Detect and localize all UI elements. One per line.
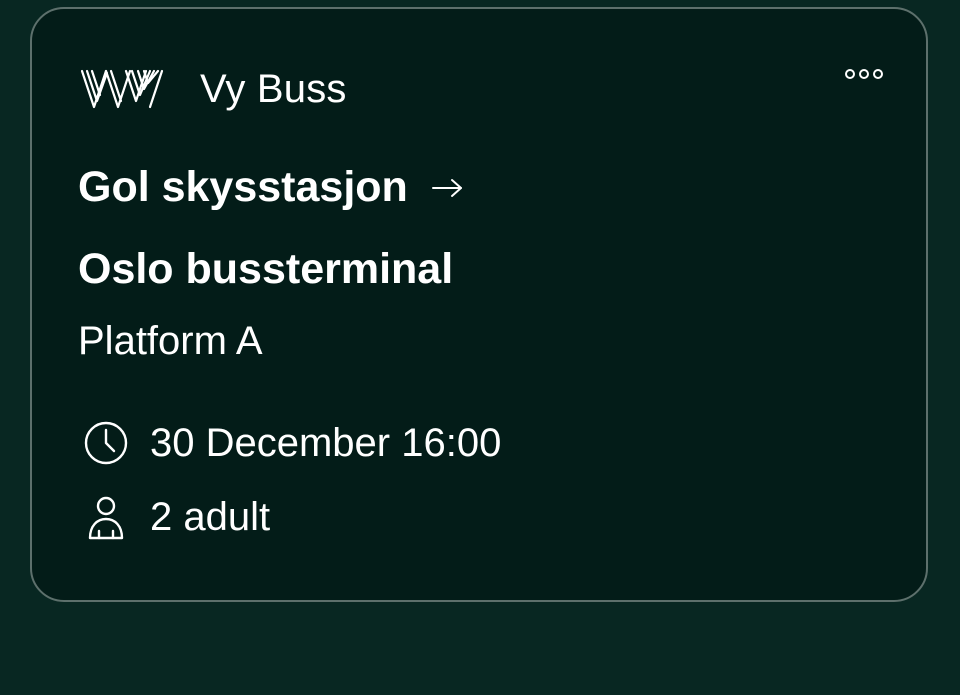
departure-time: 30 December 16:00: [150, 420, 502, 465]
trip-card[interactable]: Vy Buss Gol skysstasjon Oslo busstermina…: [30, 7, 928, 602]
card-header: Vy Buss: [80, 61, 347, 117]
vy-logo-icon: [80, 69, 164, 109]
person-icon: [88, 496, 124, 540]
arrow-right-icon: [431, 178, 462, 197]
passenger-count: 2 adult: [150, 494, 271, 539]
platform-label: Platform A: [78, 319, 263, 363]
destination-stop: Oslo bussterminal: [78, 245, 454, 293]
origin-stop: Gol skysstasjon: [78, 163, 464, 212]
clock-icon: [84, 421, 128, 465]
departure-row: 30 December 16:00: [82, 419, 501, 467]
operator-name: Vy Buss: [200, 66, 347, 111]
passengers-row: 2 adult: [82, 493, 270, 541]
more-options-button[interactable]: [842, 61, 886, 87]
origin-stop-name: Gol skysstasjon: [78, 163, 408, 211]
more-options-icon: [845, 69, 883, 79]
